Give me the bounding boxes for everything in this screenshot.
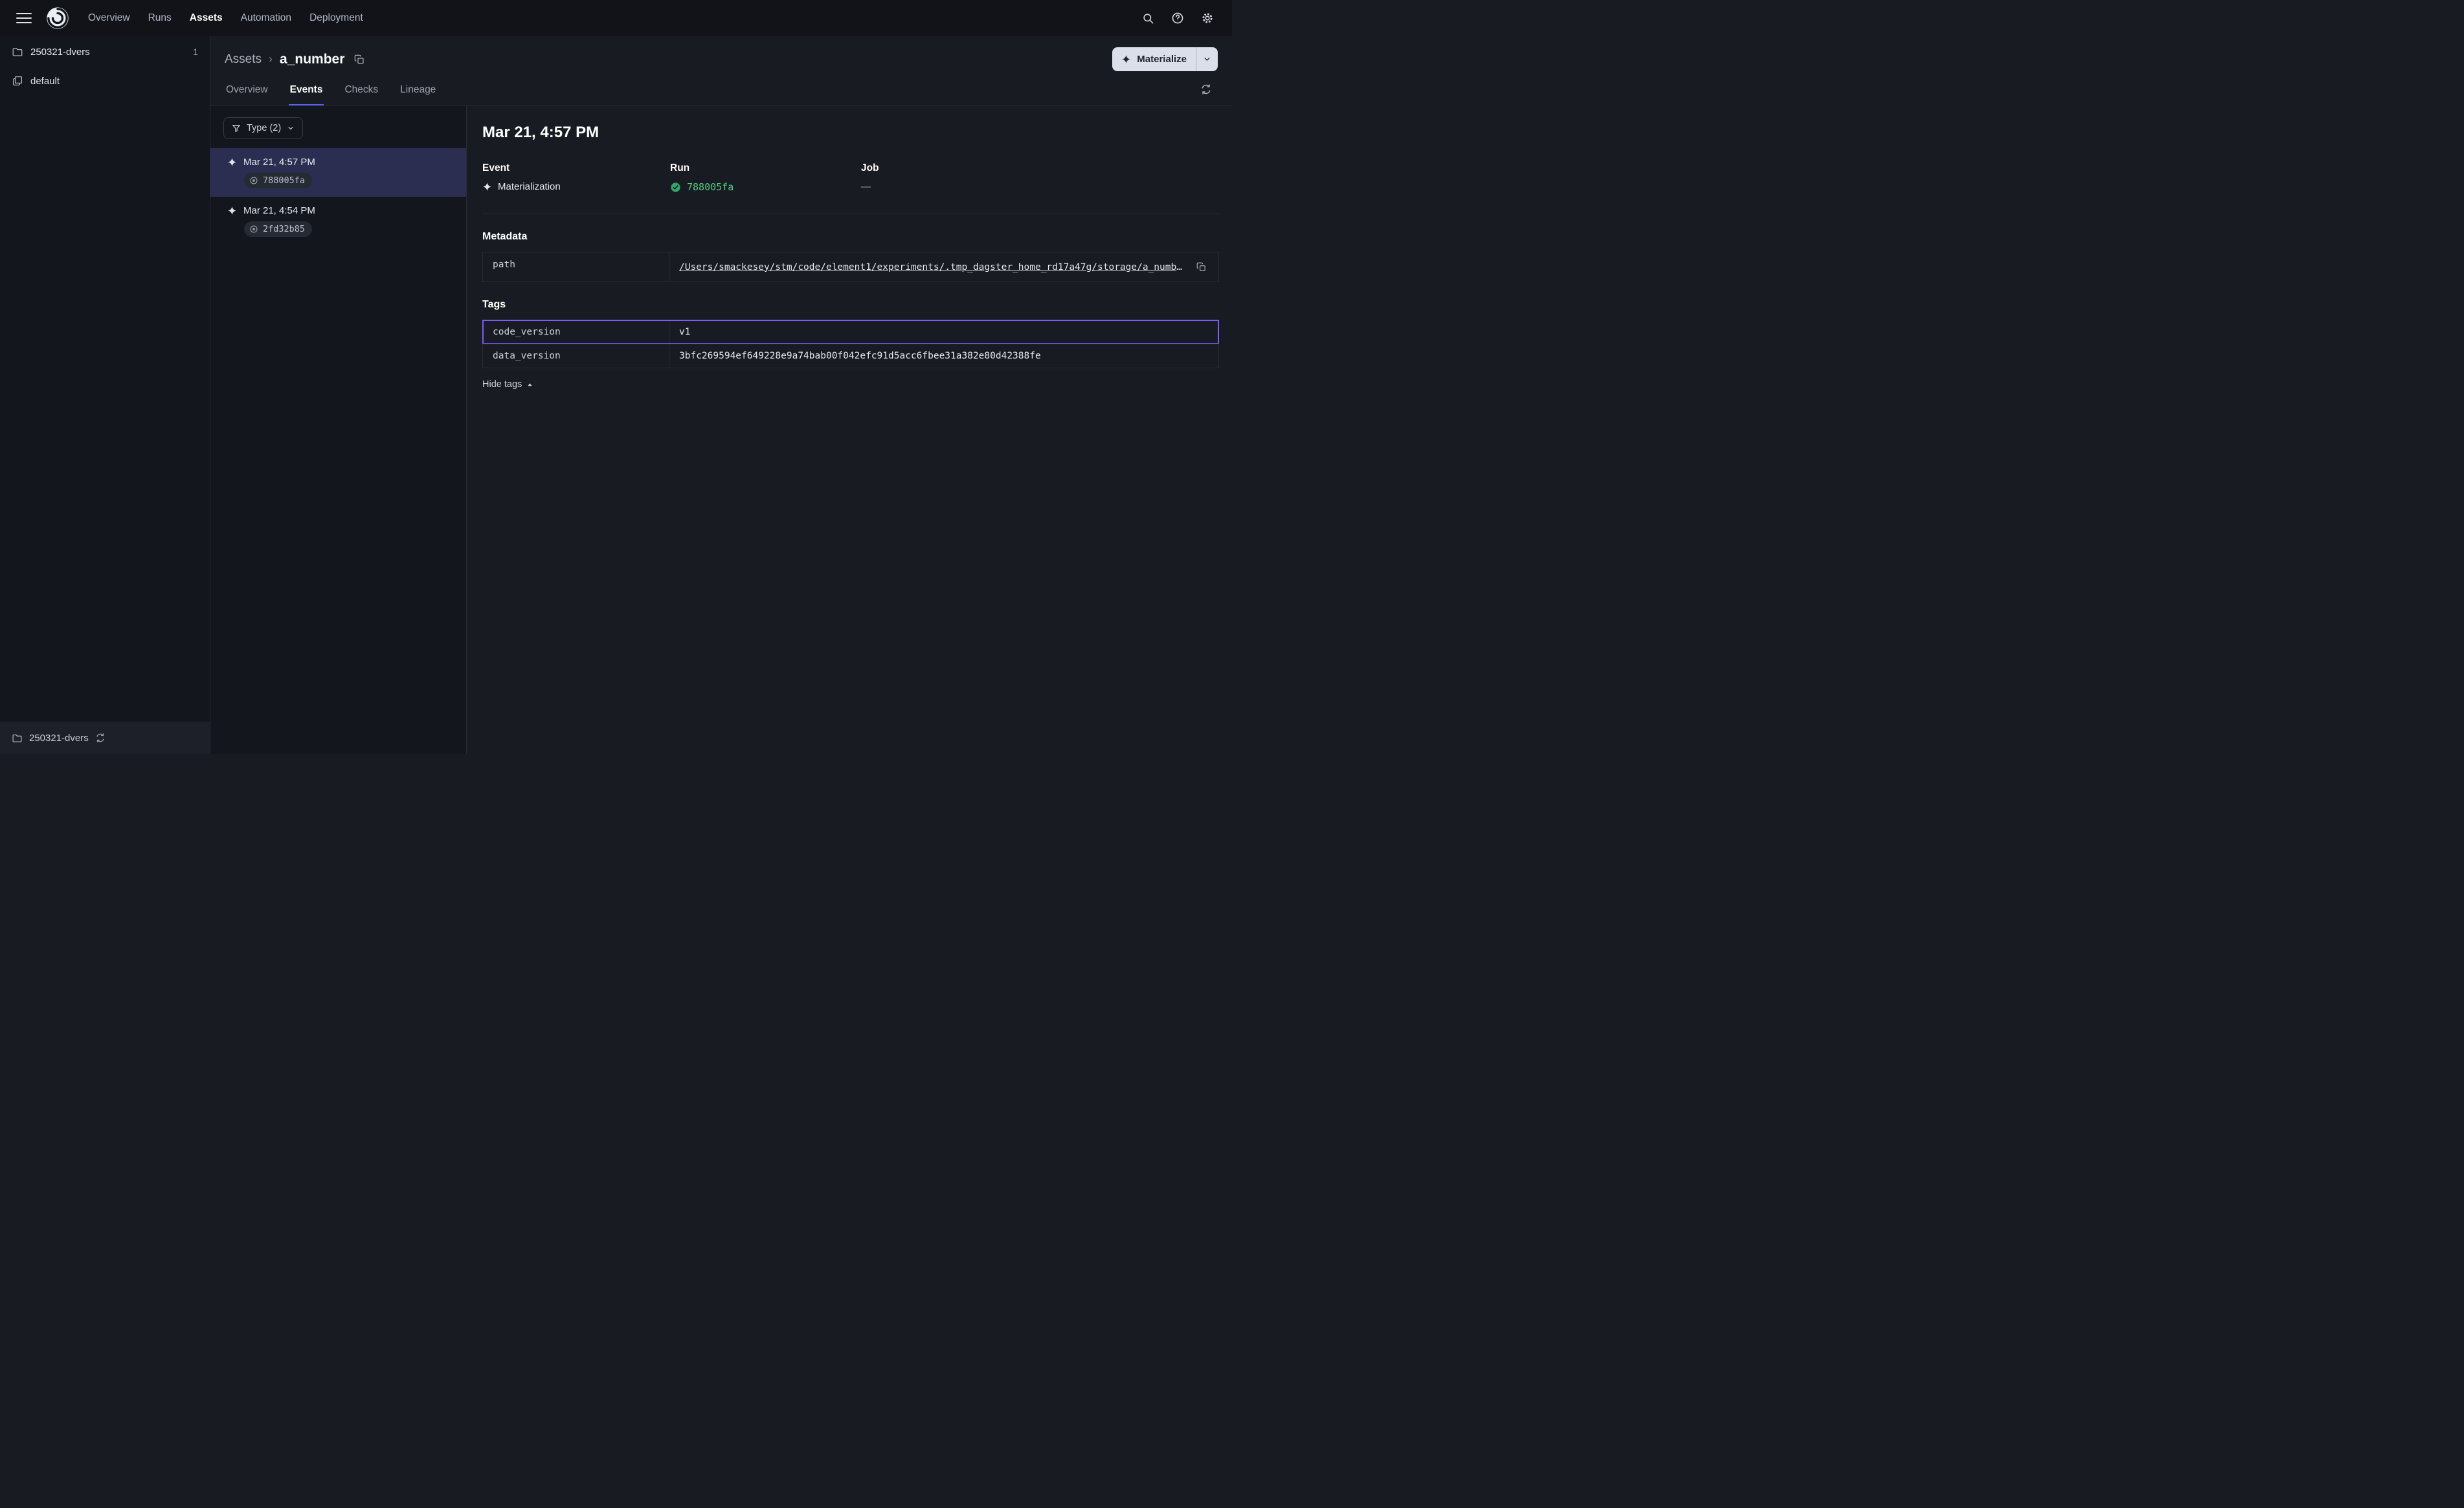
materialize-label: Materialize: [1137, 54, 1187, 65]
sidebar-footer-label: 250321-dvers: [29, 733, 89, 744]
metadata-key: path: [483, 252, 669, 282]
tab-lineage[interactable]: Lineage: [399, 76, 437, 105]
tab-events[interactable]: Events: [289, 76, 324, 105]
page-title: a_number: [280, 52, 344, 67]
materialization-icon: [227, 157, 237, 167]
circle-dot-icon: [249, 225, 258, 234]
circle-dot-icon: [249, 176, 258, 185]
dagster-logo-icon: [45, 5, 71, 31]
materialize-button-group: Materialize: [1112, 47, 1218, 71]
run-id-badge: 2fd32b85: [244, 221, 312, 237]
hide-tags-toggle[interactable]: Hide tags: [482, 379, 533, 390]
search-icon: [1142, 12, 1154, 25]
settings-button[interactable]: [1196, 6, 1219, 30]
chevron-down-icon: [287, 124, 295, 132]
hamburger-menu-button[interactable]: [13, 7, 35, 29]
materialize-icon: [1121, 54, 1131, 64]
copy-asset-name-button[interactable]: [352, 52, 367, 67]
breadcrumb-assets-link[interactable]: Assets: [225, 52, 262, 67]
help-button[interactable]: [1166, 6, 1189, 30]
type-filter-label: Type (2): [247, 123, 281, 133]
folder-icon: [12, 46, 23, 58]
asset-tabs: Overview Events Checks Lineage: [210, 76, 1232, 105]
metadata-row: path /Users/smackesey/stm/code/element1/…: [482, 252, 1219, 282]
metadata-heading: Metadata: [482, 231, 1219, 243]
caret-up-icon: [526, 381, 533, 388]
success-check-icon: [670, 182, 681, 193]
breadcrumb-separator: ›: [269, 52, 273, 66]
tags-table: code_version v1 data_version 3bfc269594e…: [482, 320, 1219, 368]
sidebar-group-count: 1: [193, 47, 198, 57]
event-type-value: Materialization: [498, 181, 561, 192]
refresh-icon: [1200, 83, 1212, 95]
copy-path-button[interactable]: [1194, 260, 1209, 274]
tab-checks[interactable]: Checks: [343, 76, 379, 105]
nav-assets[interactable]: Assets: [190, 12, 223, 24]
type-filter-button[interactable]: Type (2): [223, 117, 303, 139]
run-id-link[interactable]: 788005fa: [687, 181, 734, 193]
copy-icon: [354, 54, 364, 65]
asset-group-icon: [12, 75, 23, 87]
filter-icon: [232, 124, 241, 133]
event-list-panel: Type (2) Mar 21, 4:57 PM: [210, 105, 467, 754]
top-nav-bar: Overview Runs Assets Automation Deployme…: [0, 0, 1232, 36]
run-id-badge: 788005fa: [244, 173, 312, 188]
tab-overview[interactable]: Overview: [225, 76, 269, 105]
nav-runs[interactable]: Runs: [148, 12, 172, 24]
search-button[interactable]: [1136, 6, 1159, 30]
asset-catalog-sidebar: 250321-dvers 1 default 250321-dvers: [0, 36, 210, 754]
tags-row-data-version: data_version 3bfc269594ef649228e9a74bab0…: [482, 344, 1219, 368]
page-header: Assets › a_number Materialize: [210, 36, 1232, 76]
job-column-label: Job: [861, 162, 1219, 174]
event-detail-panel: Mar 21, 4:57 PM Event Materialization Ru…: [467, 105, 1232, 754]
refresh-button[interactable]: [1194, 78, 1218, 101]
tags-row-code-version: code_version v1: [482, 320, 1219, 344]
tag-value: 3bfc269594ef649228e9a74bab00f042efc91d5a…: [669, 344, 1218, 368]
sidebar-group-label: 250321-dvers: [30, 47, 90, 58]
metadata-table: path /Users/smackesey/stm/code/element1/…: [482, 252, 1219, 282]
tags-heading: Tags: [482, 299, 1219, 311]
job-value: —: [861, 181, 871, 192]
sidebar-item-default[interactable]: default: [0, 67, 210, 94]
copy-icon: [1196, 262, 1206, 272]
help-icon: [1171, 12, 1184, 25]
gear-icon: [1201, 12, 1214, 25]
nav-automation[interactable]: Automation: [241, 12, 291, 24]
run-column-label: Run: [670, 162, 861, 174]
event-time-label: Mar 21, 4:57 PM: [243, 157, 315, 168]
sidebar-group-250321-dvers[interactable]: 250321-dvers 1: [0, 36, 210, 67]
event-list-item[interactable]: Mar 21, 4:57 PM 788005fa: [210, 148, 466, 197]
folder-icon: [12, 733, 23, 744]
chevron-down-icon: [1203, 55, 1211, 63]
primary-nav: Overview Runs Assets Automation Deployme…: [88, 12, 363, 24]
reload-icon[interactable]: [95, 733, 106, 743]
materialize-button[interactable]: Materialize: [1112, 47, 1196, 71]
tag-value: v1: [669, 320, 1218, 344]
hamburger-icon: [16, 13, 32, 14]
metadata-path-link[interactable]: /Users/smackesey/stm/code/element1/exper…: [679, 262, 1187, 272]
materialization-icon: [227, 206, 237, 216]
event-detail-title: Mar 21, 4:57 PM: [482, 124, 1219, 142]
tag-key: data_version: [483, 344, 669, 368]
sidebar-footer-code-location[interactable]: 250321-dvers: [0, 722, 210, 754]
event-time-label: Mar 21, 4:54 PM: [243, 205, 315, 216]
sidebar-item-label: default: [30, 76, 60, 87]
event-list-item[interactable]: Mar 21, 4:54 PM 2fd32b85: [210, 197, 466, 245]
nav-overview[interactable]: Overview: [88, 12, 130, 24]
tag-key: code_version: [483, 320, 669, 344]
breadcrumb: Assets › a_number: [225, 52, 367, 67]
event-column-label: Event: [482, 162, 670, 174]
materialize-dropdown-button[interactable]: [1196, 47, 1218, 71]
dagster-logo[interactable]: [44, 5, 71, 32]
nav-deployment[interactable]: Deployment: [309, 12, 363, 24]
materialization-icon: [482, 182, 492, 192]
